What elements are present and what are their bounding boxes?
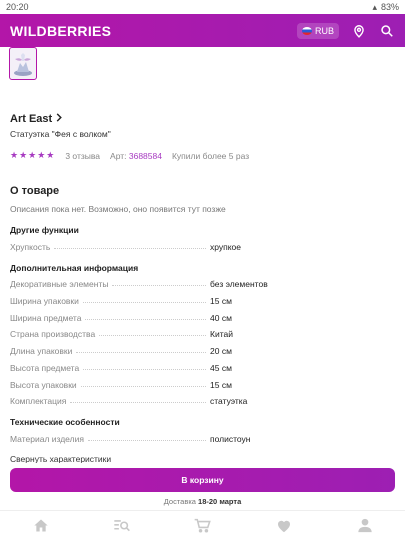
characteristic-key-wrap: Длина упаковки [10,346,210,356]
reviews-link[interactable]: 3 отзыва [65,151,100,161]
cart-bar: В корзину Доставка 18-20 марта [0,463,405,506]
dotted-leader [85,318,206,320]
characteristic-key: Высота упаковки [10,379,77,390]
dotted-leader [70,402,206,404]
characteristic-row: Длина упаковки 20 см [10,339,395,356]
characteristic-value: Китай [210,329,233,340]
brand-name: Art East [10,113,53,125]
characteristic-key-wrap: Комплектация [10,396,210,406]
cart-icon[interactable] [193,516,213,536]
article-number: Арт: 3688584 [110,151,162,161]
characteristic-row: Хрупкость хрупкое [10,235,395,252]
dotted-leader [87,439,206,441]
product-title: Статуэтка "Фея с волком" [10,129,111,139]
brand-logo[interactable]: WILDBERRIES [10,23,111,39]
characteristic-value: хрупкое [210,241,242,252]
status-bar: 20:20 ▴ 83% [0,0,405,14]
catalog-search-icon[interactable] [112,516,132,536]
characteristic-key: Ширина предмета [10,312,82,323]
status-time: 20:20 [6,2,29,12]
characteristic-group-title: Другие функции [10,225,79,235]
characteristic-key: Материал изделия [10,433,84,444]
characteristic-key-wrap: Ширина упаковки [10,296,210,306]
characteristic-key: Хрупкость [10,241,51,252]
chevron-right-icon [55,113,63,125]
characteristic-row: Комплектация статуэтка [10,390,395,406]
characteristic-row: Высота упаковки 15 см [10,373,395,390]
characteristic-key-wrap: Высота предмета [10,363,210,373]
location-pin-icon[interactable] [351,23,367,39]
characteristic-key: Длина упаковки [10,346,73,357]
russia-flag-icon [301,26,312,35]
bottom-tab-bar [0,510,405,540]
characteristic-value: 20 см [210,346,232,357]
characteristic-value: без элементов [210,279,268,290]
characteristic-row: Ширина упаковки 15 см [10,289,395,306]
product-thumbnail[interactable] [9,47,37,80]
dotted-leader [83,368,206,370]
characteristic-key-wrap: Высота упаковки [10,380,210,390]
header-actions: RUB [296,22,395,39]
article-value[interactable]: 3688584 [129,151,162,161]
characteristics: Другие функции Хрупкость хрупкое Дополнител… [10,225,395,444]
delivery-info: Доставка 18-20 марта [10,497,395,506]
characteristic-value: статуэтка [210,396,248,407]
about-title: О товаре [10,185,60,197]
heart-icon[interactable] [274,516,294,536]
rating-row: ★★★★★ 3 отзыва Арт: 3688584 Купили более… [10,150,395,161]
signal-icon: ▴ [372,1,377,12]
characteristic-value: 45 см [210,362,232,373]
delivery-dates: 18-20 марта [198,497,242,506]
search-icon[interactable] [379,23,395,39]
characteristic-group-title: Дополнительная информация [10,262,139,273]
currency-selector[interactable]: RUB [296,22,339,39]
product-details: Art East Статуэтка "Фея с волком" ★★★★★ … [0,113,405,464]
characteristic-value: 15 см [210,379,232,390]
dotted-leader [112,285,206,287]
characteristic-value: полистоун [210,433,251,444]
rating-stars-icon: ★★★★★ [10,150,56,160]
characteristic-key-wrap: Хрупкость [10,242,210,252]
characteristic-row: Страна производства Китай [10,323,395,339]
characteristic-key: Комплектация [10,396,67,407]
home-icon[interactable] [31,516,51,536]
dotted-leader [80,385,206,387]
purchase-count: Купили более 5 раз [171,150,250,161]
currency-label: RUB [314,25,334,36]
app-header: WILDBERRIES RUB [0,14,405,47]
status-right: ▴ 83% [372,2,399,13]
dotted-leader [54,247,206,249]
characteristic-row: Декоративные элементы без элементов [10,273,395,289]
add-to-cart-button[interactable]: В корзину [10,468,395,492]
characteristic-value: 15 см [210,296,232,307]
characteristic-value: 40 см [210,312,232,323]
description-text: Описания пока нет. Возможно, оно появитс… [10,204,226,214]
characteristic-group-title: Технические особенности [10,417,120,428]
image-thumbnail-strip [0,47,405,83]
dotted-leader [99,335,206,337]
characteristic-row: Высота предмета 45 см [10,356,395,373]
brand-link[interactable]: Art East [10,113,395,125]
characteristic-key: Ширина упаковки [10,296,79,307]
characteristic-key-wrap: Декоративные элементы [10,279,210,289]
profile-icon[interactable] [355,516,375,536]
characteristic-key: Высота предмета [10,362,80,373]
dotted-leader [82,302,206,304]
article-label: Арт: [110,150,127,161]
characteristic-key-wrap: Материал изделия [10,434,210,444]
delivery-label: Доставка [163,497,196,506]
characteristic-key: Декоративные элементы [10,279,109,290]
dotted-leader [76,352,206,354]
characteristic-key-wrap: Ширина предмета [10,313,210,323]
characteristic-row: Материал изделия полистоун [10,427,395,444]
battery-level: 83% [380,2,399,12]
characteristic-key: Страна производства [10,329,96,340]
characteristic-key-wrap: Страна производства [10,329,210,339]
characteristic-row: Ширина предмета 40 см [10,306,395,323]
